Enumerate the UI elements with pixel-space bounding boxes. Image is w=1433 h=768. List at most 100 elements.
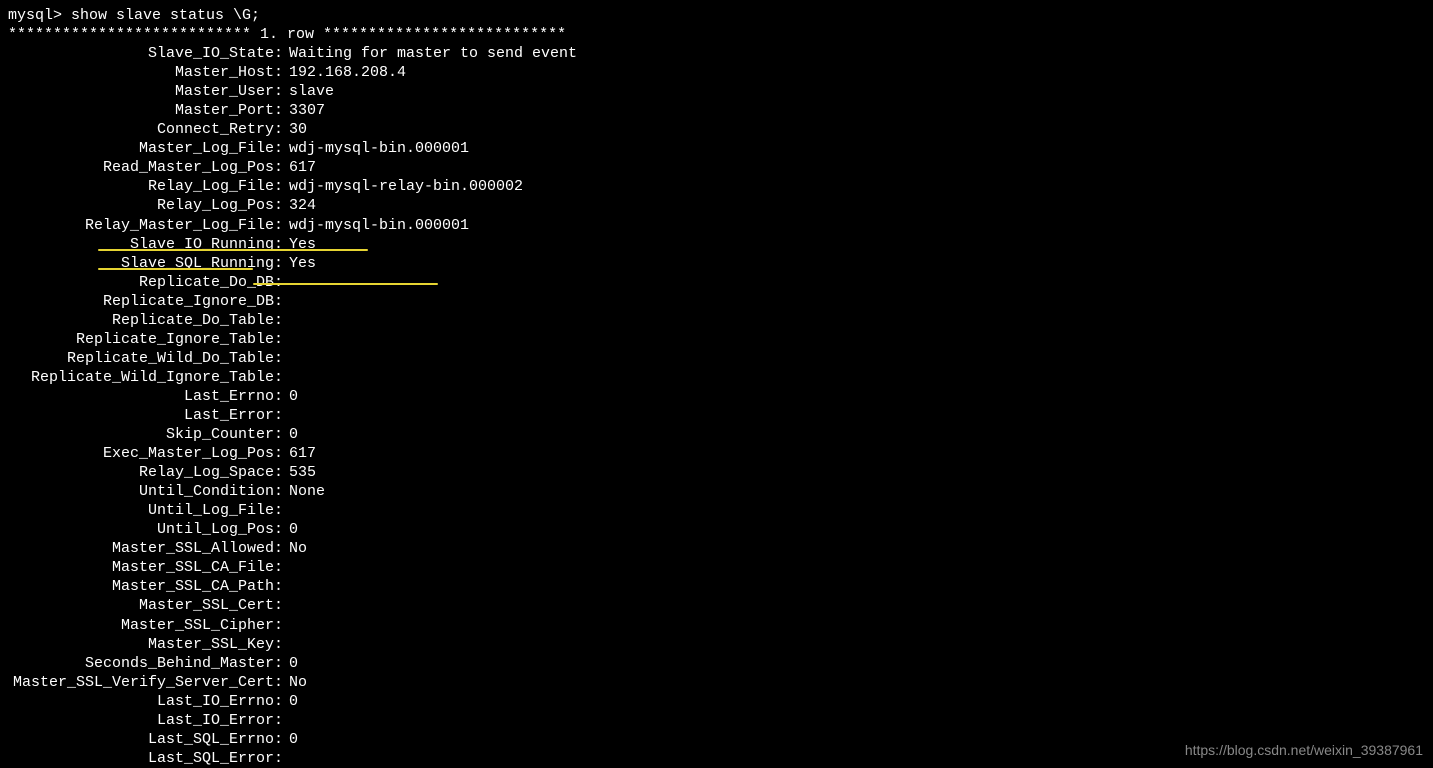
status-value: Waiting for master to send event	[283, 44, 577, 63]
status-row: Exec_Master_Log_Pos:617	[8, 444, 1425, 463]
status-label: Master_SSL_Cert:	[8, 596, 283, 615]
status-label: Skip_Counter:	[8, 425, 283, 444]
status-label: Last_IO_Errno:	[8, 692, 283, 711]
status-value: 30	[283, 120, 307, 139]
status-label: Replicate_Ignore_Table:	[8, 330, 283, 349]
status-row: Slave_IO_Running:Yes	[8, 235, 1425, 254]
status-row: Relay_Log_File:wdj-mysql-relay-bin.00000…	[8, 177, 1425, 196]
status-row: Replicate_Wild_Ignore_Table:	[8, 368, 1425, 387]
status-value: 535	[283, 463, 316, 482]
status-row: Last_IO_Error:	[8, 711, 1425, 730]
status-label: Last_Error:	[8, 406, 283, 425]
row-header: *************************** 1. row *****…	[8, 25, 1425, 44]
status-row: Until_Condition:None	[8, 482, 1425, 501]
status-row: Read_Master_Log_Pos:617	[8, 158, 1425, 177]
status-row: Master_Port:3307	[8, 101, 1425, 120]
status-value: Yes	[283, 254, 316, 273]
status-label: Last_IO_Error:	[8, 711, 283, 730]
status-label: Connect_Retry:	[8, 120, 283, 139]
status-row: Last_IO_Errno:0	[8, 692, 1425, 711]
status-value: 192.168.208.4	[283, 63, 406, 82]
status-label: Until_Condition:	[8, 482, 283, 501]
status-row: Master_SSL_Cert:	[8, 596, 1425, 615]
status-value: Yes	[283, 235, 316, 254]
status-row: Slave_SQL_Running:Yes	[8, 254, 1425, 273]
status-label: Master_SSL_Cipher:	[8, 616, 283, 635]
status-row: Replicate_Do_Table:	[8, 311, 1425, 330]
status-value: 324	[283, 196, 316, 215]
status-row: Master_SSL_Cipher:	[8, 616, 1425, 635]
status-label: Slave_IO_Running:	[8, 235, 283, 254]
status-row: Master_SSL_CA_File:	[8, 558, 1425, 577]
terminal-output[interactable]: mysql> show slave status \G; ***********…	[8, 6, 1425, 768]
status-label: Last_Errno:	[8, 387, 283, 406]
status-value: 0	[283, 387, 298, 406]
status-label: Master_Log_File:	[8, 139, 283, 158]
status-label: Master_User:	[8, 82, 283, 101]
status-value: slave	[283, 82, 334, 101]
status-row: Master_Host:192.168.208.4	[8, 63, 1425, 82]
status-row: Seconds_Behind_Master:0	[8, 654, 1425, 673]
status-row: Master_SSL_Allowed:No	[8, 539, 1425, 558]
status-row: Relay_Log_Space:535	[8, 463, 1425, 482]
status-label: Master_SSL_Verify_Server_Cert:	[8, 673, 283, 692]
mysql-prompt: mysql> show slave status \G;	[8, 6, 1425, 25]
status-row: Last_Error:	[8, 406, 1425, 425]
status-label: Master_SSL_Key:	[8, 635, 283, 654]
status-row: Connect_Retry:30	[8, 120, 1425, 139]
status-label: Seconds_Behind_Master:	[8, 654, 283, 673]
status-row: Replicate_Wild_Do_Table:	[8, 349, 1425, 368]
status-row: Master_SSL_Verify_Server_Cert:No	[8, 673, 1425, 692]
status-value: wdj-mysql-bin.000001	[283, 216, 469, 235]
status-label: Replicate_Do_DB:	[8, 273, 283, 292]
status-row: Replicate_Ignore_Table:	[8, 330, 1425, 349]
status-value: wdj-mysql-bin.000001	[283, 139, 469, 158]
status-row: Skip_Counter:0	[8, 425, 1425, 444]
status-row: Replicate_Ignore_DB:	[8, 292, 1425, 311]
status-value: 0	[283, 692, 298, 711]
status-label: Master_SSL_CA_File:	[8, 558, 283, 577]
status-value: 0	[283, 654, 298, 673]
status-label: Relay_Log_Space:	[8, 463, 283, 482]
status-row: Replicate_Do_DB:	[8, 273, 1425, 292]
watermark-text: https://blog.csdn.net/weixin_39387961	[1185, 742, 1423, 760]
status-row: Relay_Master_Log_File:wdj-mysql-bin.0000…	[8, 216, 1425, 235]
status-row: Until_Log_File:	[8, 501, 1425, 520]
status-value: None	[283, 482, 325, 501]
status-label: Slave_SQL_Running:	[8, 254, 283, 273]
status-label: Relay_Log_File:	[8, 177, 283, 196]
status-label: Master_Host:	[8, 63, 283, 82]
status-row: Until_Log_Pos:0	[8, 520, 1425, 539]
status-row: Relay_Log_Pos:324	[8, 196, 1425, 215]
status-value: No	[283, 673, 307, 692]
status-label: Until_Log_File:	[8, 501, 283, 520]
status-value: 3307	[283, 101, 325, 120]
status-row: Last_Errno:0	[8, 387, 1425, 406]
status-value: 617	[283, 158, 316, 177]
status-value: 0	[283, 730, 298, 749]
status-label: Until_Log_Pos:	[8, 520, 283, 539]
status-row: Master_Log_File:wdj-mysql-bin.000001	[8, 139, 1425, 158]
status-label: Relay_Log_Pos:	[8, 196, 283, 215]
status-label: Replicate_Wild_Do_Table:	[8, 349, 283, 368]
status-label: Slave_IO_State:	[8, 44, 283, 63]
status-label: Relay_Master_Log_File:	[8, 216, 283, 235]
status-row: Slave_IO_State:Waiting for master to sen…	[8, 44, 1425, 63]
status-label: Replicate_Ignore_DB:	[8, 292, 283, 311]
status-value: 617	[283, 444, 316, 463]
status-label: Exec_Master_Log_Pos:	[8, 444, 283, 463]
status-label: Master_Port:	[8, 101, 283, 120]
status-value: wdj-mysql-relay-bin.000002	[283, 177, 523, 196]
status-label: Last_SQL_Errno:	[8, 730, 283, 749]
slave-status-list: Slave_IO_State:Waiting for master to sen…	[8, 44, 1425, 768]
status-label: Master_SSL_CA_Path:	[8, 577, 283, 596]
status-value: 0	[283, 425, 298, 444]
status-label: Read_Master_Log_Pos:	[8, 158, 283, 177]
status-value: 0	[283, 520, 298, 539]
status-label: Master_SSL_Allowed:	[8, 539, 283, 558]
status-label: Last_SQL_Error:	[8, 749, 283, 768]
status-row: Master_SSL_CA_Path:	[8, 577, 1425, 596]
status-label: Replicate_Do_Table:	[8, 311, 283, 330]
status-row: Master_User:slave	[8, 82, 1425, 101]
status-label: Replicate_Wild_Ignore_Table:	[8, 368, 283, 387]
